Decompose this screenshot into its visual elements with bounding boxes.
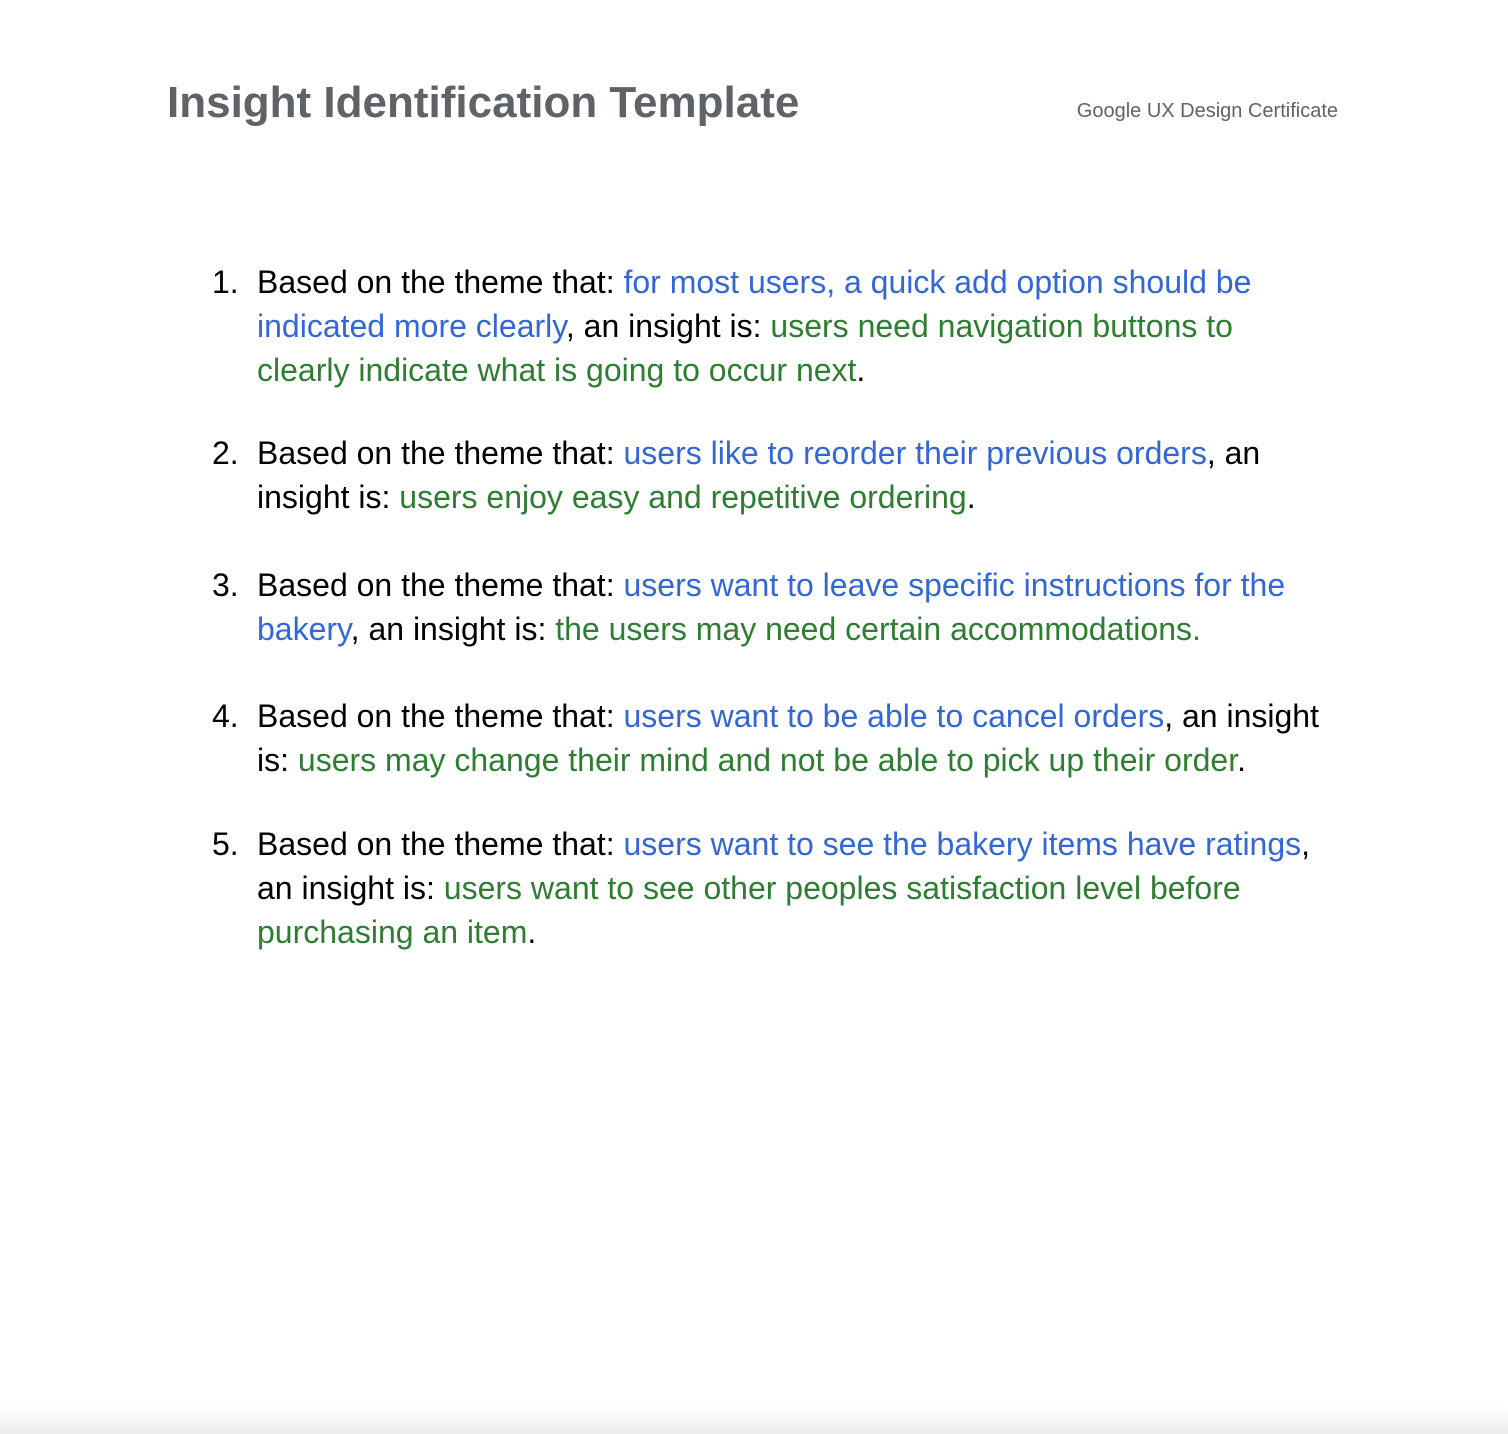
insight-connector: , an insight is: — [565, 308, 771, 344]
document-page: Insight Identification Template Google U… — [0, 0, 1508, 1434]
theme-text: users want to be able to cancel orders — [623, 698, 1165, 734]
insight-text: users may change their mind and not be a… — [297, 742, 1238, 778]
theme-prefix: Based on the theme that: — [257, 567, 624, 603]
theme-text: users like to reorder their previous ord… — [623, 435, 1207, 471]
theme-prefix: Based on the theme that: — [257, 698, 624, 734]
page-title: Insight Identification Template — [167, 78, 800, 127]
item-number: 2. — [212, 435, 239, 471]
theme-prefix: Based on the theme that: — [257, 435, 624, 471]
theme-prefix: Based on the theme that: — [257, 826, 624, 862]
page-bottom-shadow — [0, 1406, 1508, 1434]
insight-list: 1. Based on the theme that: for most use… — [212, 260, 1320, 993]
certificate-label: Google UX Design Certificate — [1076, 100, 1338, 122]
insight-text: users enjoy easy and repetitive ordering — [399, 479, 967, 515]
theme-text: users want to see the bakery items have … — [623, 826, 1302, 862]
item-suffix: . — [856, 352, 866, 388]
item-number: 3. — [212, 567, 239, 603]
insight-connector: , an insight is: — [350, 611, 556, 647]
insight-item-5: 5. Based on the theme that: users want t… — [212, 822, 1320, 954]
insight-item-1: 1. Based on the theme that: for most use… — [212, 260, 1320, 392]
theme-prefix: Based on the theme that: — [257, 264, 624, 300]
item-number: 4. — [212, 698, 239, 734]
item-suffix: . — [1237, 742, 1246, 778]
insight-item-3: 3. Based on the theme that: users want t… — [212, 563, 1320, 651]
insight-item-4: 4. Based on the theme that: users want t… — [212, 694, 1320, 782]
item-suffix: . — [527, 914, 537, 950]
item-number: 1. — [212, 264, 239, 300]
insight-item-2: 2. Based on the theme that: users like t… — [212, 431, 1320, 519]
insight-text: the users may need certain accommodation… — [555, 611, 1201, 647]
item-number: 5. — [212, 826, 239, 862]
item-suffix: . — [966, 479, 976, 515]
